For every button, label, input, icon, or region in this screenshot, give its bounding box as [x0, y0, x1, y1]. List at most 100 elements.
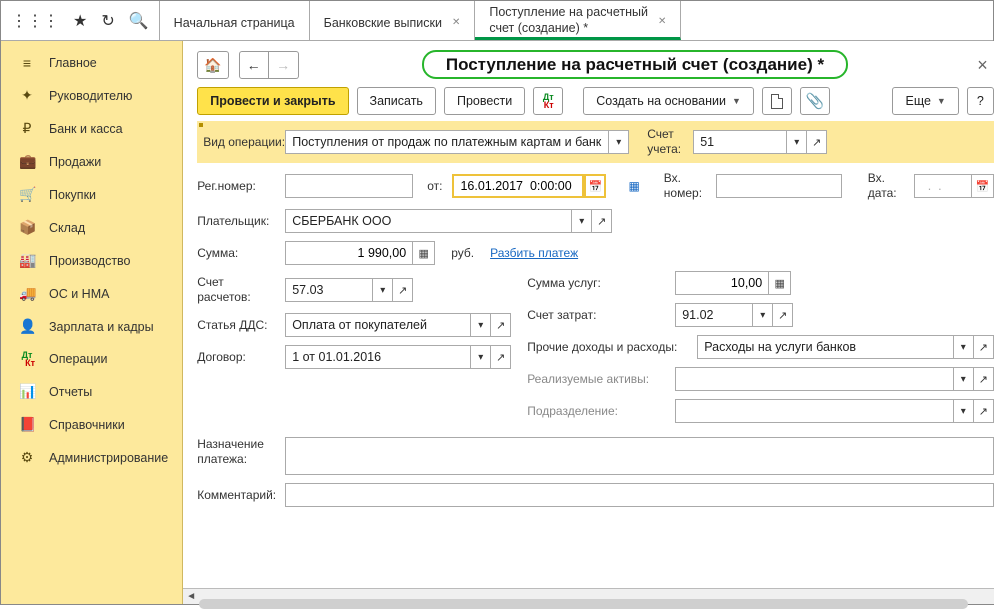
other-income-input[interactable] — [698, 336, 953, 358]
sidebar-item-purchases[interactable]: 🛒Покупки — [1, 178, 182, 211]
post-button[interactable]: Провести — [444, 87, 525, 115]
dropdown-icon[interactable]: ▾ — [786, 131, 806, 153]
save-button[interactable]: Записать — [357, 87, 436, 115]
dropdown-icon[interactable]: ▾ — [953, 368, 973, 390]
app-top-bar: ⋮⋮⋮ ★ ↻ 🔍 Начальная страница Банковские … — [1, 1, 993, 41]
history-icon[interactable]: ↻ — [101, 11, 114, 31]
close-icon[interactable]: ✕ — [658, 16, 666, 27]
dropdown-icon[interactable]: ▾ — [372, 279, 392, 301]
print-button[interactable] — [762, 87, 792, 115]
open-icon[interactable]: ↗ — [973, 400, 993, 422]
cart-icon: 🛒 — [19, 186, 35, 203]
open-icon[interactable]: ↗ — [806, 131, 826, 153]
dropdown-icon[interactable]: ▾ — [953, 336, 973, 358]
close-icon[interactable]: ✕ — [452, 17, 460, 28]
factory-icon: 🏭 — [19, 252, 35, 269]
cost-account-input[interactable] — [676, 304, 752, 326]
dropdown-icon[interactable]: ▾ — [470, 314, 490, 336]
calculator-icon[interactable]: ▦ — [769, 271, 791, 295]
open-icon[interactable]: ↗ — [392, 279, 412, 301]
dds-input[interactable] — [286, 314, 470, 336]
search-icon[interactable]: 🔍 — [129, 11, 149, 31]
attachments-button[interactable]: 📎 — [800, 87, 830, 115]
department-input[interactable] — [676, 400, 953, 422]
sidebar-item-manager[interactable]: ✦Руководителю — [1, 79, 182, 112]
account-input[interactable] — [694, 131, 786, 153]
account-label: Счет учета: — [647, 127, 693, 157]
link-doc-icon[interactable]: ▦ — [628, 179, 639, 193]
sidebar-item-label: Администрирование — [49, 451, 168, 465]
dtkt-icon: ДтКт — [19, 351, 35, 367]
horizontal-scrollbar[interactable]: ◄ ► — [183, 588, 994, 604]
sidebar-item-assets[interactable]: 🚚ОС и НМА — [1, 277, 182, 310]
tab-start-page[interactable]: Начальная страница — [160, 1, 310, 40]
document-icon — [771, 94, 783, 109]
purpose-textarea[interactable] — [285, 437, 994, 475]
sidebar-item-warehouse[interactable]: 📦Склад — [1, 211, 182, 244]
calendar-icon[interactable]: 📅 — [972, 174, 994, 198]
reg-number-input[interactable] — [285, 174, 413, 198]
sum-input[interactable] — [285, 241, 413, 265]
payer-input[interactable] — [286, 210, 571, 232]
sidebar-item-main[interactable]: ≡Главное — [1, 47, 182, 79]
reg-date-input[interactable] — [452, 174, 584, 198]
system-icon-group: ⋮⋮⋮ ★ ↻ 🔍 — [1, 1, 160, 40]
operation-type-input[interactable] — [286, 131, 608, 153]
help-button[interactable]: ? — [967, 87, 994, 115]
app-menu-icon[interactable]: ⋮⋮⋮ — [11, 11, 59, 31]
post-and-close-button[interactable]: Провести и закрыть — [197, 87, 348, 115]
open-icon[interactable]: ↗ — [591, 210, 611, 232]
services-sum-input[interactable] — [675, 271, 769, 295]
close-icon[interactable]: × — [971, 55, 994, 76]
create-based-button[interactable]: Создать на основании▼ — [583, 87, 754, 115]
services-sum-label: Сумма услуг: — [527, 276, 675, 290]
more-button[interactable]: Еще▼ — [892, 87, 958, 115]
open-icon[interactable]: ↗ — [490, 346, 510, 368]
tab-incoming-payment[interactable]: Поступление на расчетный счет (создание)… — [475, 1, 681, 40]
sidebar-item-sales[interactable]: 💼Продажи — [1, 145, 182, 178]
open-icon[interactable]: ↗ — [973, 368, 993, 390]
in-date-label: Вх. дата: — [868, 171, 908, 201]
scroll-thumb[interactable] — [199, 599, 968, 609]
open-icon[interactable]: ↗ — [490, 314, 510, 336]
calendar-icon[interactable]: 📅 — [584, 174, 606, 198]
forward-button[interactable]: → — [269, 51, 299, 79]
sidebar-item-label: Отчеты — [49, 385, 92, 399]
dropdown-icon[interactable]: ▾ — [470, 346, 490, 368]
open-icon[interactable]: ↗ — [973, 336, 993, 358]
tab-label: Банковские выписки — [324, 16, 442, 30]
sidebar-item-label: Банк и касса — [49, 122, 123, 136]
contract-input[interactable] — [286, 346, 470, 368]
in-number-input[interactable] — [716, 174, 842, 198]
home-button[interactable]: 🏠 — [197, 51, 228, 79]
sidebar-item-operations[interactable]: ДтКтОперации — [1, 343, 182, 375]
comment-input[interactable] — [285, 483, 994, 507]
dropdown-icon[interactable]: ▾ — [571, 210, 591, 232]
settlement-account-input[interactable] — [286, 279, 372, 301]
operation-type-label: Вид операции: — [203, 135, 285, 150]
sidebar-item-payroll[interactable]: 👤Зарплата и кадры — [1, 310, 182, 343]
person-icon: 👤 — [19, 318, 35, 335]
open-icon[interactable]: ↗ — [772, 304, 792, 326]
back-button[interactable]: ← — [239, 51, 269, 79]
dropdown-icon[interactable]: ▾ — [953, 400, 973, 422]
favorite-icon[interactable]: ★ — [73, 11, 87, 31]
tab-label: Поступление на расчетный счет (создание)… — [489, 5, 648, 36]
sidebar-item-bank[interactable]: ₽Банк и касса — [1, 112, 182, 145]
dropdown-icon[interactable]: ▾ — [608, 131, 628, 153]
in-date-input[interactable] — [914, 174, 972, 198]
other-income-label: Прочие доходы и расходы: — [527, 340, 697, 354]
calculator-icon[interactable]: ▦ — [413, 241, 435, 265]
dtkt-button[interactable]: ДтКт — [533, 87, 563, 115]
scroll-left-icon[interactable]: ◄ — [183, 589, 199, 605]
sidebar-item-label: Справочники — [49, 418, 125, 432]
sidebar-item-reports[interactable]: 📊Отчеты — [1, 375, 182, 408]
tab-bank-statements[interactable]: Банковские выписки ✕ — [310, 1, 476, 40]
sidebar-item-production[interactable]: 🏭Производство — [1, 244, 182, 277]
nav-sidebar: ≡Главное ✦Руководителю ₽Банк и касса 💼Пр… — [1, 41, 183, 604]
sold-assets-input[interactable] — [676, 368, 953, 390]
sidebar-item-catalogs[interactable]: 📕Справочники — [1, 408, 182, 441]
split-payment-link[interactable]: Разбить платеж — [490, 246, 578, 260]
dropdown-icon[interactable]: ▾ — [752, 304, 772, 326]
sidebar-item-admin[interactable]: ⚙Администрирование — [1, 441, 182, 474]
